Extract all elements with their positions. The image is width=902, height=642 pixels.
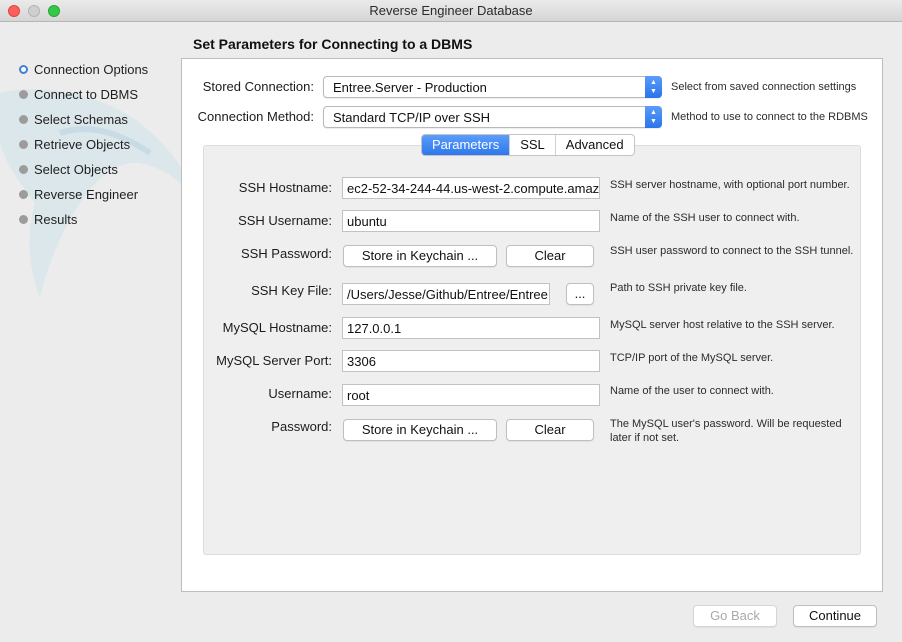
step-active-indicator-icon <box>19 64 28 74</box>
wizard-steps-sidebar: Connection Options Connect to DBMS Selec… <box>0 23 195 642</box>
window-title: Reverse Engineer Database <box>369 3 533 18</box>
username-label: Username: <box>268 386 332 401</box>
ssh-username-label: SSH Username: <box>238 213 332 228</box>
ssh-hostname-hint: SSH server hostname, with optional port … <box>610 179 850 191</box>
stored-connection-select[interactable]: Entree.Server - Production ▲ ▼ <box>323 76 662 98</box>
page-title: Set Parameters for Connecting to a DBMS <box>193 36 473 52</box>
ssh-key-file-input[interactable]: /Users/Jesse/Github/Entree/Entree.pem <box>342 283 550 305</box>
mysql-hostname-input[interactable]: 127.0.0.1 <box>342 317 600 339</box>
step-label: Select Objects <box>34 161 118 177</box>
mysql-port-label: MySQL Server Port: <box>216 353 332 368</box>
connection-method-select[interactable]: Standard TCP/IP over SSH ▲ ▼ <box>323 106 662 128</box>
mysql-hostname-label: MySQL Hostname: <box>222 320 332 335</box>
password-hint: The MySQL user's password. Will be reque… <box>610 418 842 444</box>
title-bar: Reverse Engineer Database <box>0 0 902 22</box>
ssh-username-input[interactable]: ubuntu <box>342 210 600 232</box>
ssh-username-hint: Name of the SSH user to connect with. <box>610 212 800 224</box>
tab-advanced[interactable]: Advanced <box>554 135 634 155</box>
step-label: Select Schemas <box>34 111 128 127</box>
step-connection-options: Connection Options <box>19 60 148 78</box>
stored-connection-label: Stored Connection: <box>202 79 314 94</box>
select-stepper-icon: ▲ ▼ <box>645 106 662 128</box>
username-input[interactable]: root <box>342 384 600 406</box>
mysql-store-in-keychain-button[interactable]: Store in Keychain ... <box>343 419 497 441</box>
parameters-area: SSH Hostname: ec2-52-34-244-44.us-west-2… <box>203 145 861 555</box>
stored-connection-value: Entree.Server - Production <box>333 80 487 95</box>
step-pending-indicator-icon <box>19 214 28 224</box>
username-hint: Name of the user to connect with. <box>610 385 774 397</box>
step-connect-to-dbms: Connect to DBMS <box>19 85 138 103</box>
step-label: Connection Options <box>34 61 149 77</box>
step-label: Retrieve Objects <box>34 136 131 152</box>
mysql-hostname-hint: MySQL server host relative to the SSH se… <box>610 319 835 331</box>
browse-key-file-button[interactable]: ... <box>566 283 594 305</box>
step-results: Results <box>19 210 77 228</box>
ssh-hostname-label: SSH Hostname: <box>238 180 332 195</box>
connection-method-hint: Method to use to connect to the RDBMS <box>671 111 868 123</box>
stored-connection-hint: Select from saved connection settings <box>671 81 857 93</box>
password-label: Password: <box>271 419 332 434</box>
step-retrieve-objects: Retrieve Objects <box>19 135 130 153</box>
select-stepper-icon: ▲ ▼ <box>645 76 662 98</box>
tab-parameters[interactable]: Parameters <box>422 135 510 155</box>
step-label: Results <box>34 211 78 227</box>
step-pending-indicator-icon <box>19 139 28 149</box>
go-back-button[interactable]: Go Back <box>693 605 777 627</box>
ssh-password-hint: SSH user password to connect to the SSH … <box>610 245 854 257</box>
connection-method-label: Connection Method: <box>197 109 314 124</box>
step-select-schemas: Select Schemas <box>19 110 128 128</box>
tab-ssl[interactable]: SSL <box>509 135 555 155</box>
step-select-objects: Select Objects <box>19 160 118 178</box>
window: Reverse Engineer Database Connection Opt… <box>0 0 902 642</box>
step-pending-indicator-icon <box>19 164 28 174</box>
connection-options-panel: Stored Connection: Entree.Server - Produ… <box>181 58 883 592</box>
connection-method-value: Standard TCP/IP over SSH <box>333 110 491 125</box>
ssh-key-file-hint: Path to SSH private key file. <box>610 282 747 294</box>
ssh-key-file-label: SSH Key File: <box>251 283 332 298</box>
step-reverse-engineer: Reverse Engineer <box>19 185 138 203</box>
step-label: Reverse Engineer <box>34 186 139 202</box>
step-pending-indicator-icon <box>19 89 28 99</box>
continue-button[interactable]: Continue <box>793 605 877 627</box>
parameter-tabs: Parameters SSL Advanced <box>421 134 635 156</box>
ssh-store-in-keychain-button[interactable]: Store in Keychain ... <box>343 245 497 267</box>
ssh-password-label: SSH Password: <box>240 246 332 261</box>
step-pending-indicator-icon <box>19 189 28 199</box>
mysql-clear-password-button[interactable]: Clear <box>506 419 594 441</box>
mysql-port-input[interactable]: 3306 <box>342 350 600 372</box>
ssh-hostname-input[interactable]: ec2-52-34-244-44.us-west-2.compute.amazo… <box>342 177 600 199</box>
ssh-clear-password-button[interactable]: Clear <box>506 245 594 267</box>
step-label: Connect to DBMS <box>34 86 139 102</box>
mysql-port-hint: TCP/IP port of the MySQL server. <box>610 352 774 364</box>
step-pending-indicator-icon <box>19 114 28 124</box>
